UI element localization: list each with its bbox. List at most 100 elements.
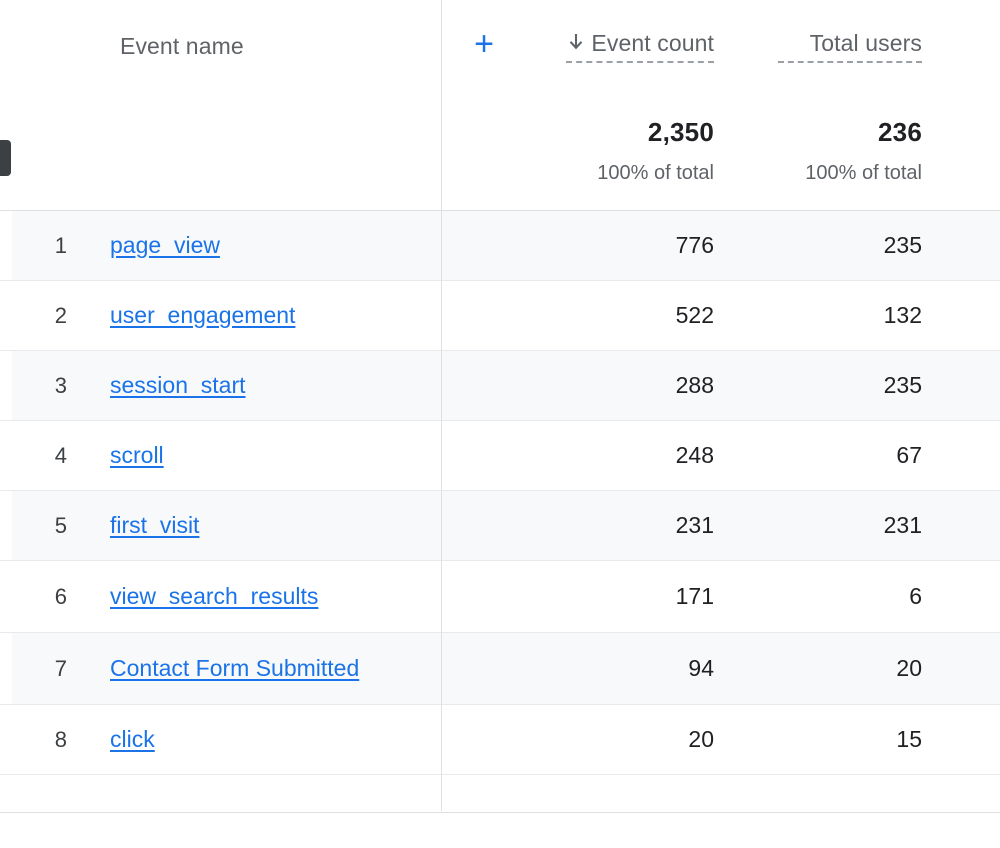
table-row[interactable]: 2 user_engagement 522 132 [0,281,1000,351]
row-left-inset [0,491,12,560]
row-total-users: 15 [896,726,922,752]
arrow-down-icon[interactable] [568,33,584,53]
row-event-count-cell: 94 [518,633,746,704]
table-row[interactable]: 4 scroll 248 67 [0,421,1000,491]
row-rank: 8 [54,726,67,752]
row-event-count-cell: 171 [518,561,746,632]
row-left-inset [0,211,12,280]
table-row[interactable]: 1 page_view 776 235 [0,211,1000,281]
row-total-users: 231 [883,512,922,538]
row-event-name-cell[interactable]: scroll [110,421,518,490]
row-event-name-cell[interactable]: Contact Form Submitted [110,633,518,704]
totals-event-count-subtext: 100% of total [597,162,714,184]
header-dimension-cell[interactable]: Event name + [110,0,518,92]
row-event-name-cell[interactable]: page_view [110,211,518,280]
table-totals-row: 2,350 100% of total 236 100% of total [0,92,1000,210]
table-row[interactable]: 6 view_search_results 171 6 [0,561,1000,633]
row-event-name-cell[interactable]: view_search_results [110,561,518,632]
row-rank-cell: 8 [0,705,110,774]
row-rank-cell: 4 [0,421,110,490]
row-total-users-cell: 132 [746,281,1000,350]
header-event-count-cell[interactable]: Event count [518,0,746,92]
row-rank-cell: 3 [0,351,110,420]
column-group-divider [441,0,442,210]
totals-total-users-cell: 236 100% of total [746,92,1000,210]
row-total-users-cell: 6 [746,561,1000,632]
row-event-name-cell[interactable]: user_engagement [110,281,518,350]
row-rank: 4 [54,442,67,468]
table-row[interactable]: 3 session_start 288 235 [0,351,1000,421]
table-row[interactable]: 8 click 20 15 [0,705,1000,775]
header-dimension-label: Event name [120,32,244,59]
row-left-inset [0,633,12,704]
row-rank: 7 [54,655,67,681]
row-total-users-cell: 20 [746,633,1000,704]
table-header-row: Event name + Event count Total users [0,0,1000,92]
row-total-users-cell: 235 [746,351,1000,420]
totals-total-users-value: 236 [878,117,922,147]
totals-rank-cell [0,92,110,210]
row-rank: 3 [54,372,67,398]
row-left-inset [0,281,12,350]
table-footer-spacer [0,775,1000,813]
event-name-link[interactable]: Contact Form Submitted [110,652,359,685]
row-total-users: 6 [909,583,922,609]
row-rank: 1 [54,232,67,258]
header-total-users-label: Total users [809,29,922,56]
row-event-count-cell: 248 [518,421,746,490]
event-name-link[interactable]: page_view [110,229,220,262]
table-header-block: Event name + Event count Total users 2,3… [0,0,1000,211]
row-total-users: 20 [896,655,922,681]
header-event-count-underline [566,60,714,63]
events-report-table: Event name + Event count Total users 2,3… [0,0,1000,813]
event-name-link[interactable]: scroll [110,439,164,472]
row-event-count: 231 [675,512,714,538]
row-total-users: 132 [883,302,922,328]
row-event-count: 20 [688,726,714,752]
row-rank-cell: 1 [0,211,110,280]
row-event-count: 288 [675,372,714,398]
totals-event-count-cell: 2,350 100% of total [518,92,746,210]
row-event-count: 171 [675,583,714,609]
row-event-name-cell[interactable]: click [110,705,518,774]
row-event-count-cell: 20 [518,705,746,774]
totals-event-count-value: 2,350 [647,117,714,147]
row-total-users-cell: 67 [746,421,1000,490]
row-total-users-cell: 235 [746,211,1000,280]
row-rank-cell: 5 [0,491,110,560]
event-name-link[interactable]: first_visit [110,509,199,542]
row-event-name-cell[interactable]: session_start [110,351,518,420]
row-left-inset [0,705,12,774]
row-rank-cell: 7 [0,633,110,704]
row-rank-cell: 2 [0,281,110,350]
plus-icon[interactable]: + [474,27,508,65]
table-row[interactable]: 5 first_visit 231 231 [0,491,1000,561]
header-rank-cell [0,0,110,92]
row-total-users-cell: 15 [746,705,1000,774]
row-rank: 6 [54,583,67,609]
collapsed-panel-handle[interactable] [0,140,11,176]
row-rank-cell: 6 [0,561,110,632]
header-event-count-label: Event count [591,29,714,56]
event-name-link[interactable]: session_start [110,369,246,402]
row-event-name-cell[interactable]: first_visit [110,491,518,560]
event-name-link[interactable]: click [110,723,155,756]
column-group-divider-footer [441,775,442,811]
row-event-count-cell: 231 [518,491,746,560]
row-left-inset [0,351,12,420]
event-name-link[interactable]: user_engagement [110,299,295,332]
event-name-link[interactable]: view_search_results [110,580,318,613]
table-body: 1 page_view 776 235 2 user_engagement 522 132 3 s… [0,211,1000,775]
table-row[interactable]: 7 Contact Form Submitted 94 20 [0,633,1000,705]
header-total-users-cell[interactable]: Total users [746,0,1000,92]
row-total-users: 235 [883,232,922,258]
row-rank: 5 [54,512,67,538]
row-rank: 2 [54,302,67,328]
header-total-users-underline [778,60,922,63]
column-group-divider-body [441,211,442,775]
totals-dimension-cell [110,92,518,210]
row-event-count-cell: 776 [518,211,746,280]
row-total-users-cell: 231 [746,491,1000,560]
row-left-inset [0,561,12,632]
row-event-count-cell: 288 [518,351,746,420]
